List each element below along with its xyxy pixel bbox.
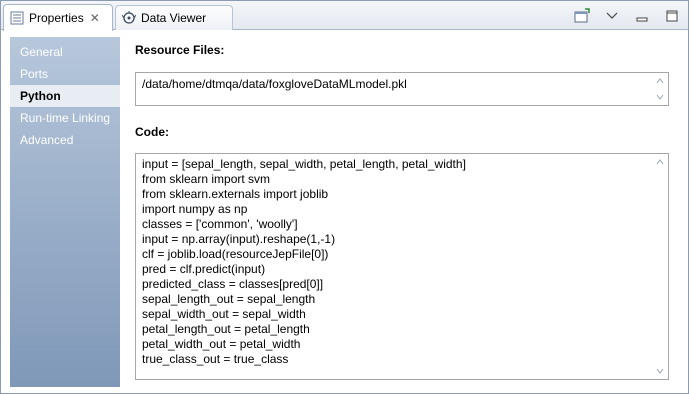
code-line: petal_width_out = petal_width [142,337,301,351]
code-line: clf = joblib.load(resourceJepFile[0]) [142,247,329,261]
code-label: Code: [135,125,169,139]
scroll-up-icon[interactable] [656,157,664,167]
tab-data-viewer[interactable]: Data Viewer [115,5,233,30]
code-content: input = [sepal_length, sepal_width, peta… [136,154,668,370]
tab-properties-label: Properties [29,11,84,25]
sidebar-item-label: Run-time Linking [20,111,111,125]
sidebar-item-python[interactable]: Python [10,85,120,107]
code-line: predicted_class = classes[pred[0]] [142,277,324,291]
resource-files-value: /data/home/dtmqa/data/foxgloveDataMLmode… [142,77,407,91]
properties-view: Properties ✕ Data Viewer General Ports P… [0,0,689,394]
data-viewer-icon [121,11,137,25]
sidebar-item-runtime-linking[interactable]: Run-time Linking [10,107,120,129]
view-toolbar [574,7,680,25]
sidebar-item-advanced[interactable]: Advanced [10,129,120,151]
tab-bar: Properties ✕ Data Viewer [1,1,688,31]
new-view-icon[interactable] [574,8,590,24]
minimize-icon[interactable] [634,8,650,24]
code-scrollbar[interactable] [652,154,668,379]
sidebar-item-label: Ports [20,67,49,81]
code-line: pred = clf.predict(input) [142,262,266,276]
code-line: classes = ['common', 'woolly'] [142,217,298,231]
sidebar-item-label: Python [20,89,61,103]
tab-data-viewer-label: Data Viewer [141,11,207,25]
sidebar-item-ports[interactable]: Ports [10,63,120,85]
code-line: import numpy as np [142,202,248,216]
resource-files-scrollbar[interactable] [652,73,668,105]
scroll-down-icon[interactable] [656,366,664,376]
sidebar-item-label: Advanced [20,133,74,147]
properties-icon [10,11,24,25]
code-editor[interactable]: input = [sepal_length, sepal_width, peta… [135,153,669,380]
code-line: from sklearn import svm [142,172,271,186]
resource-files-label: Resource Files: [135,43,225,57]
code-line: input = [sepal_length, sepal_width, peta… [142,157,466,171]
code-line: petal_length_out = petal_length [142,322,310,336]
code-line: true_class_out = true_class [142,352,289,366]
sidebar-item-label: General [20,45,63,59]
sidebar: General Ports Python Run-time Linking Ad… [10,37,120,387]
maximize-icon[interactable] [664,8,680,24]
sidebar-item-general[interactable]: General [10,41,120,63]
scroll-down-icon[interactable] [656,92,664,102]
scroll-up-icon[interactable] [656,76,664,86]
code-line: sepal_width_out = sepal_width [142,307,306,321]
tab-properties[interactable]: Properties ✕ [3,4,113,31]
close-icon[interactable]: ✕ [90,11,100,25]
resource-files-field[interactable]: /data/home/dtmqa/data/foxgloveDataMLmode… [135,72,669,106]
view-menu-icon[interactable] [604,8,620,24]
code-line: from sklearn.externals import joblib [142,187,329,201]
code-line: input = np.array(input).reshape(1,-1) [142,232,336,246]
code-line: sepal_length_out = sepal_length [142,292,316,306]
